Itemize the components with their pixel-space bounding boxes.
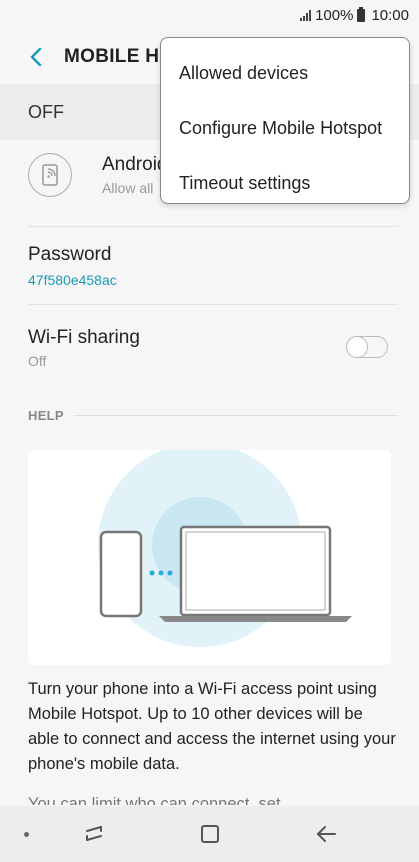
back-arrow-icon: [30, 47, 42, 67]
home-icon: [201, 825, 219, 843]
nav-back-button[interactable]: [311, 820, 341, 848]
menu-item-timeout-settings[interactable]: Timeout settings: [161, 156, 409, 211]
divider: [73, 415, 398, 416]
battery-icon: [357, 6, 366, 22]
help-illustration: [28, 443, 391, 665]
system-nav-bar: [0, 806, 419, 862]
recent-apps-button[interactable]: [79, 820, 109, 848]
recent-apps-icon: [86, 826, 102, 841]
menu-item-allowed-devices[interactable]: Allowed devices: [161, 46, 409, 101]
overflow-menu: Allowed devices Configure Mobile Hotspot…: [160, 37, 410, 204]
menu-item-configure-hotspot[interactable]: Configure Mobile Hotspot: [161, 101, 409, 156]
hotspot-illustration-icon: [98, 443, 352, 647]
clock: 10:00: [371, 6, 409, 24]
toggle-knob: [346, 335, 368, 358]
phone-hotspot-icon: [28, 153, 72, 197]
help-header-label: HELP: [28, 408, 64, 423]
wifi-sharing-label: Wi-Fi sharing: [28, 327, 140, 348]
network-subtitle: Allow all: [102, 180, 154, 196]
battery-percent: 100%: [315, 6, 354, 24]
home-button[interactable]: [195, 820, 225, 848]
password-label: Password: [28, 244, 112, 265]
help-description-continued: You can limit who can connect, set: [28, 795, 281, 805]
network-name: Android: [102, 154, 168, 175]
keyboard-dot-icon: [24, 832, 29, 837]
master-switch-label: OFF: [28, 101, 64, 122]
help-description: Turn your phone into a Wi-Fi access poin…: [28, 680, 396, 773]
password-value: 47f580e458ac: [28, 272, 117, 288]
wifi-sharing-row[interactable]: Wi-Fi sharing Off: [28, 305, 398, 385]
help-section-header: HELP: [28, 408, 398, 423]
back-button[interactable]: [14, 35, 58, 79]
wifi-sharing-status: Off: [28, 353, 47, 369]
signal-icon: [300, 9, 312, 21]
password-row[interactable]: Password 47f580e458ac: [28, 226, 398, 305]
back-icon: [317, 826, 336, 842]
page-title: MOBILE HOTSPOT: [64, 46, 164, 67]
status-bar: 100% 10:00: [0, 0, 419, 30]
wifi-sharing-toggle[interactable]: [346, 335, 388, 358]
